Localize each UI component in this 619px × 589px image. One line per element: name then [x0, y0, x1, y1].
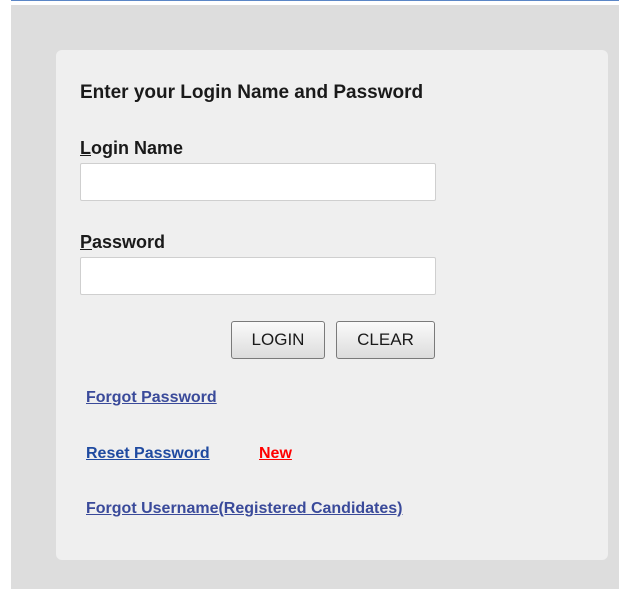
reset-password-link[interactable]: Reset Password	[86, 445, 210, 463]
login-container: Enter your Login Name and Password Login…	[11, 5, 619, 589]
password-label-text: assword	[92, 232, 166, 252]
top-border-line	[11, 0, 619, 1]
clear-button[interactable]: CLEAR	[336, 321, 435, 359]
forgot-password-link[interactable]: Forgot Password	[86, 389, 217, 407]
login-button[interactable]: LOGIN	[231, 321, 325, 359]
panel-title: Enter your Login Name and Password	[80, 82, 424, 103]
new-badge: New	[259, 445, 292, 462]
login-name-label: Login Name	[80, 138, 183, 159]
login-name-label-accesskey: L	[80, 138, 91, 158]
password-input[interactable]	[80, 257, 436, 295]
forgot-username-link[interactable]: Forgot Username(Registered Candidates)	[86, 500, 403, 518]
login-panel: Enter your Login Name and Password Login…	[56, 50, 608, 560]
password-label: Password	[80, 232, 165, 253]
password-label-accesskey: P	[80, 232, 93, 252]
login-name-label-text: ogin Name	[91, 138, 184, 158]
login-name-input[interactable]	[80, 163, 436, 201]
